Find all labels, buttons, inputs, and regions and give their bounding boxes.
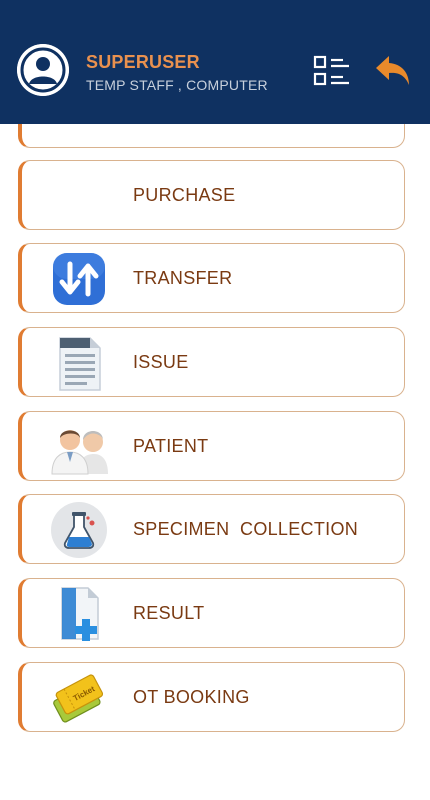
menu-item-label: ISSUE [133,352,189,372]
menu-item-label: PURCHASE [133,185,236,205]
file-add-icon [50,585,108,643]
user-role: TEMP STAFF , COMPUTER [86,77,268,93]
menu-item-purchase[interactable]: PURCHASE [18,160,405,230]
menu-item-transfer[interactable]: TRANSFER [18,243,405,313]
app-header: SUPERUSER TEMP STAFF , COMPUTER [0,0,430,124]
menu-item-ot-booking[interactable]: Ticket OT BOOKING [18,662,405,732]
menu-item-label: RESULT [133,603,205,623]
menu-item-label: SPECIMEN COLLECTION [133,519,359,539]
menu-item-label: OT BOOKING [133,687,250,707]
transfer-arrows-icon [50,250,108,308]
ticket-icon: Ticket [50,669,108,727]
user-name: SUPERUSER [86,52,200,72]
back-undo-icon[interactable] [374,54,412,88]
menu-list: PURCHASE TRANSFER ISSUE PATIENT SPECIMEN… [0,124,430,800]
menu-item-issue[interactable]: ISSUE [18,327,405,397]
menu-item-label: PATIENT [133,436,209,456]
list-view-icon[interactable] [313,55,351,87]
menu-item-result[interactable]: RESULT [18,578,405,648]
menu-item-patient[interactable]: PATIENT [18,411,405,481]
menu-item-label: TRANSFER [133,268,233,288]
lab-flask-icon [50,501,108,559]
document-icon [50,334,108,392]
menu-item-partial[interactable] [18,124,405,148]
patients-icon [50,418,108,476]
menu-item-specimen-collection[interactable]: SPECIMEN COLLECTION [18,494,405,564]
user-avatar-icon[interactable] [17,44,69,96]
